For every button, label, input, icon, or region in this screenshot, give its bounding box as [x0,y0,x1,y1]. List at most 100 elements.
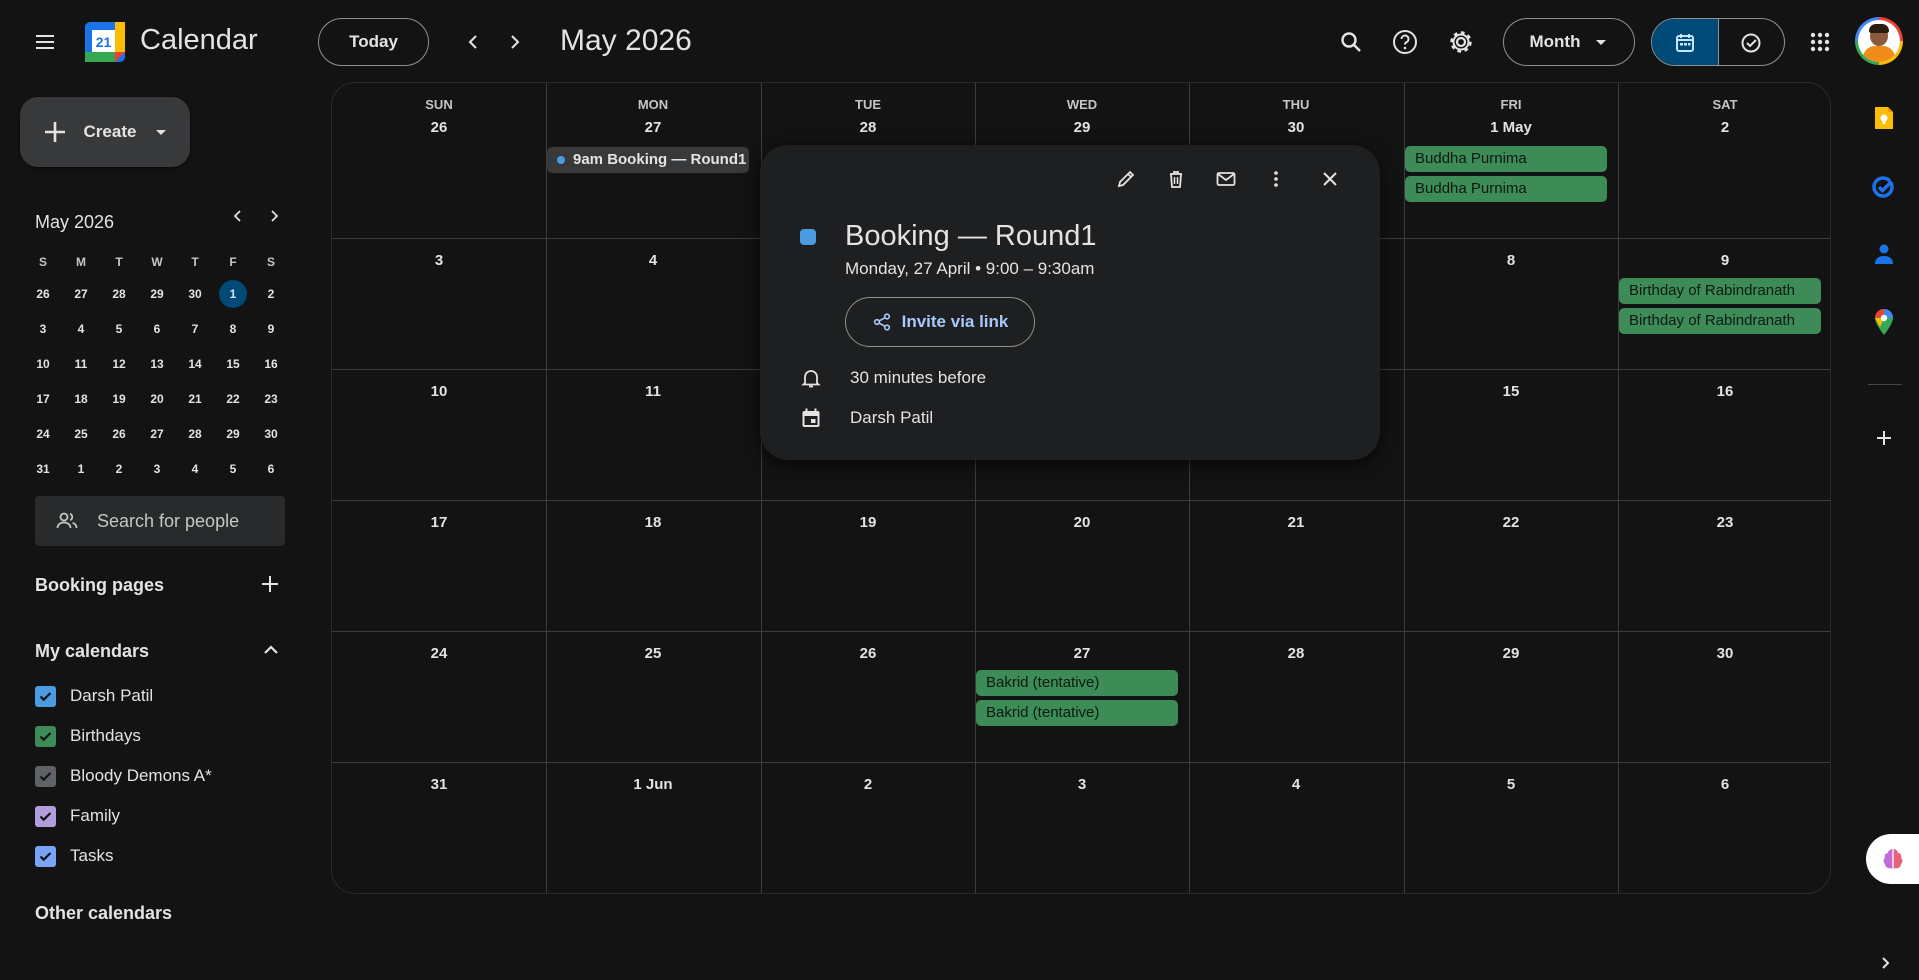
day-number[interactable]: 25 [546,645,760,662]
day-number[interactable]: 3 [975,776,1189,793]
search-for-people[interactable]: Search for people [35,496,285,546]
day-number[interactable]: 2 [761,776,975,793]
day-number[interactable]: 29 [975,119,1189,136]
mini-calendar-day[interactable]: 23 [252,381,290,416]
day-number[interactable]: 31 [332,776,546,793]
edit-event-button[interactable] [1106,159,1146,199]
event-chip[interactable]: Birthday of Rabindranath [1619,308,1821,334]
mini-calendar-day[interactable]: 22 [214,381,252,416]
mini-calendar-day[interactable]: 29 [214,416,252,451]
settings-button[interactable] [1437,18,1485,66]
day-number[interactable]: 10 [332,383,546,400]
day-number[interactable]: 4 [1189,776,1403,793]
gemini-button[interactable] [1866,834,1919,884]
calendar-logo[interactable]: 21 [85,22,125,62]
support-button[interactable] [1381,18,1429,66]
mini-calendar-day[interactable]: 19 [100,381,138,416]
day-number[interactable]: 22 [1404,514,1618,531]
mini-calendar-day[interactable]: 28 [176,416,214,451]
mini-calendar-day[interactable]: 27 [62,276,100,311]
next-period-button[interactable] [490,18,538,66]
event-chip-booking[interactable]: 9am Booking — Round1 [547,147,749,173]
day-number[interactable]: 1 Jun [546,776,760,793]
day-number[interactable]: 11 [546,383,760,400]
mini-calendar-day[interactable]: 18 [62,381,100,416]
mini-calendar-day[interactable]: 2 [100,451,138,486]
mini-calendar-day[interactable]: 21 [176,381,214,416]
day-number[interactable]: 1 May [1404,119,1618,136]
mini-calendar-day[interactable]: 12 [100,346,138,381]
day-number[interactable]: 28 [1189,645,1403,662]
mini-calendar-day[interactable]: 26 [24,276,62,311]
mini-calendar-day[interactable]: 3 [138,451,176,486]
day-number[interactable]: 18 [546,514,760,531]
calendar-checkbox[interactable] [35,845,56,867]
day-number[interactable]: 4 [546,252,760,269]
my-calendars-collapse-button[interactable] [253,632,289,668]
mini-calendar-day[interactable]: 4 [62,311,100,346]
contacts-app-button[interactable] [1860,230,1908,278]
google-apps-button[interactable] [1796,18,1844,66]
mini-calendar-day[interactable]: 15 [214,346,252,381]
day-number[interactable]: 27 [546,119,760,136]
day-number[interactable]: 16 [1618,383,1830,400]
day-number[interactable]: 19 [761,514,975,531]
event-chip[interactable]: Bakrid (tentative) [976,700,1178,726]
mini-calendar-day[interactable]: 25 [62,416,100,451]
day-number[interactable]: 26 [332,119,546,136]
add-booking-page-button[interactable] [252,566,288,602]
mini-calendar-day[interactable]: 30 [252,416,290,451]
day-number[interactable]: 15 [1404,383,1618,400]
delete-event-button[interactable] [1156,159,1196,199]
mini-calendar-day[interactable]: 29 [138,276,176,311]
calendar-item[interactable]: Tasks [35,840,113,872]
invite-via-link-button[interactable]: Invite via link [845,297,1035,347]
day-number[interactable]: 17 [332,514,546,531]
my-calendars-label[interactable]: My calendars [35,641,149,662]
search-button[interactable] [1327,18,1375,66]
mini-calendar-day[interactable]: 30 [176,276,214,311]
day-number[interactable]: 30 [1189,119,1403,136]
day-number[interactable]: 21 [1189,514,1403,531]
maps-app-button[interactable] [1860,298,1908,346]
get-add-ons-button[interactable] [1860,414,1908,462]
mini-calendar-day[interactable]: 7 [176,311,214,346]
mini-calendar-day[interactable]: 9 [252,311,290,346]
calendar-checkbox[interactable] [35,725,56,747]
keep-app-button[interactable] [1860,94,1908,142]
mini-calendar-day[interactable]: 14 [176,346,214,381]
day-number[interactable]: 30 [1618,645,1830,662]
day-number[interactable]: 27 [975,645,1189,662]
day-number[interactable]: 3 [332,252,546,269]
event-chip[interactable]: Buddha Purnima [1405,146,1607,172]
day-number[interactable]: 8 [1404,252,1618,269]
mini-calendar-day[interactable]: 1 [62,451,100,486]
day-cell[interactable] [1618,83,1830,238]
mini-calendar-day[interactable]: 1 [214,276,252,311]
mini-calendar-prev-button[interactable] [221,199,255,233]
view-switcher[interactable]: Month [1503,18,1635,66]
calendar-item[interactable]: Family [35,800,120,832]
event-chip[interactable]: Birthday of Rabindranath [1619,278,1821,304]
day-cell[interactable] [332,83,546,238]
calendar-item[interactable]: Bloody Demons A* [35,760,212,792]
day-number[interactable]: 29 [1404,645,1618,662]
event-chip[interactable]: Bakrid (tentative) [976,670,1178,696]
calendar-checkbox[interactable] [35,685,56,707]
calendar-item[interactable]: Darsh Patil [35,680,153,712]
tasks-view-button[interactable] [1717,19,1785,65]
mini-calendar-day[interactable]: 13 [138,346,176,381]
mini-calendar-day[interactable]: 24 [24,416,62,451]
event-chip[interactable]: Buddha Purnima [1405,176,1607,202]
tasks-app-button[interactable] [1860,162,1908,210]
account-avatar[interactable] [1855,17,1903,65]
mini-calendar-day[interactable]: 31 [24,451,62,486]
day-number[interactable]: 23 [1618,514,1830,531]
mini-calendar-next-button[interactable] [257,199,291,233]
day-number[interactable]: 20 [975,514,1189,531]
mini-calendar-day[interactable]: 6 [138,311,176,346]
mini-calendar-day[interactable]: 20 [138,381,176,416]
day-number[interactable]: 5 [1404,776,1618,793]
mini-calendar-day[interactable]: 11 [62,346,100,381]
mini-calendar-day[interactable]: 6 [252,451,290,486]
